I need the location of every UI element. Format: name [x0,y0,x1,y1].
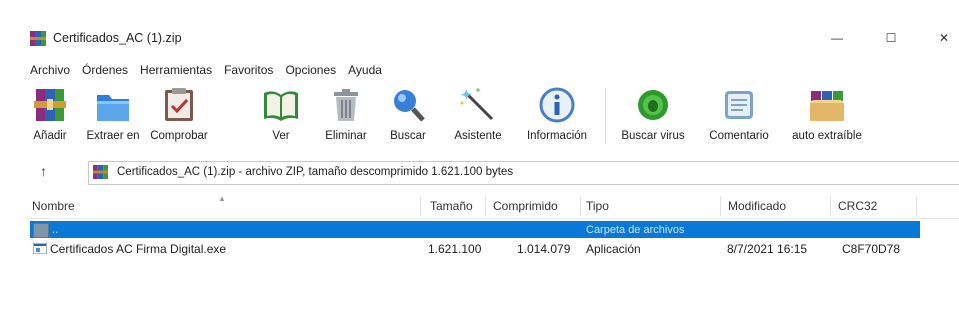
test-label: Comprobar [150,130,208,142]
view-button[interactable]: Ver [263,82,299,154]
info-icon [539,87,575,123]
menu-favoritos[interactable]: Favoritos [224,61,278,79]
address-field[interactable]: Certificados_AC (1).zip - archivo ZIP, t… [88,161,959,185]
close-button[interactable]: ✕ [929,26,959,50]
trash-icon [334,89,358,121]
minimize-button[interactable]: — [822,26,852,50]
column-packed[interactable]: Comprimido [493,199,558,213]
menu-herramientas[interactable]: Herramientas [140,61,217,79]
add-button[interactable]: Añadir [32,82,68,154]
virus-scan-icon [638,90,668,120]
menu-bar: Archivo Órdenes Herramientas Favoritos O… [30,61,394,79]
delete-button[interactable]: Eliminar [324,82,368,154]
column-modified[interactable]: Modificado [728,199,786,213]
table-row[interactable]: .. Carpeta de archivos [30,221,920,238]
sort-up-icon: ▲ [218,194,226,203]
maximize-icon: ☐ [885,31,897,45]
view-book-icon [264,91,298,121]
row-type: Aplicación [586,242,641,256]
title-bar: Certificados_AC (1).zip — ☐ ✕ [0,0,959,60]
toolbar: Añadir Extraer en Comprobar Ver Eliminar… [30,82,950,154]
column-divider[interactable] [485,196,486,216]
window-title: Certificados_AC (1).zip [53,31,182,45]
column-divider[interactable] [580,196,581,216]
close-icon: ✕ [938,31,950,45]
address-bar: ↑ Certificados_AC (1).zip - archivo ZIP,… [30,160,959,185]
column-header-row: Nombre ▲ Tamaño Comprimido Tipo Modifica… [30,194,959,219]
add-archive-icon [34,89,66,121]
view-label: Ver [272,130,290,142]
column-divider[interactable] [420,196,421,216]
address-text: Certificados_AC (1).zip - archivo ZIP, t… [117,166,514,178]
add-label: Añadir [33,130,67,142]
sfx-box-icon [810,91,844,121]
find-label: Buscar [390,130,426,142]
archive-icon [93,165,108,179]
info-button[interactable]: Información [520,82,594,154]
toolbar-separator [605,88,606,144]
column-size[interactable]: Tamaño [430,199,473,213]
sfx-button[interactable]: auto extraíble [785,82,869,154]
column-name[interactable]: Nombre [32,199,75,213]
comment-icon [725,91,753,119]
extract-label: Extraer en [86,130,140,142]
folder-icon [97,95,129,121]
wizard-button[interactable]: Asistente [449,82,507,154]
up-arrow-icon[interactable]: ↑ [40,163,47,179]
menu-opciones[interactable]: Opciones [285,61,341,79]
search-icon [394,90,425,122]
exe-file-icon [33,243,47,254]
table-row[interactable]: Certificados AC Firma Digital.exe 1.621.… [30,240,920,257]
column-divider[interactable] [916,196,917,216]
parent-folder-icon [33,223,49,238]
winrar-app-icon [30,31,46,46]
virus-scan-button[interactable]: Buscar virus [617,82,689,154]
find-button[interactable]: Buscar [388,82,428,154]
row-size: 1.621.100 [428,242,482,256]
extract-button[interactable]: Extraer en [83,82,143,154]
row-crc: C8F70D78 [842,242,901,256]
row-type: Carpeta de archivos [586,224,685,236]
menu-ordenes[interactable]: Órdenes [82,61,133,79]
column-crc[interactable]: CRC32 [838,199,877,213]
info-label: Información [526,130,588,142]
row-packed: 1.014.079 [517,242,571,256]
row-name: Certificados AC Firma Digital.exe [50,242,227,256]
magic-wand-icon [460,88,494,121]
menu-archivo[interactable]: Archivo [30,61,75,79]
test-archive-icon [165,88,193,121]
test-button[interactable]: Comprobar [147,82,211,154]
maximize-button[interactable]: ☐ [876,26,906,50]
menu-ayuda[interactable]: Ayuda [348,61,387,79]
comment-label: Comentario [709,130,769,142]
column-type[interactable]: Tipo [586,199,609,213]
virus-scan-label: Buscar virus [621,130,685,142]
sfx-label: auto extraíble [792,130,862,142]
delete-label: Eliminar [325,130,367,142]
minimize-icon: — [831,31,843,45]
wizard-label: Asistente [454,130,502,142]
row-name: .. [52,224,59,236]
column-divider[interactable] [720,196,721,216]
column-divider[interactable] [830,196,831,216]
comment-button[interactable]: Comentario [704,82,774,154]
row-modified: 8/7/2021 16:15 [727,242,808,256]
